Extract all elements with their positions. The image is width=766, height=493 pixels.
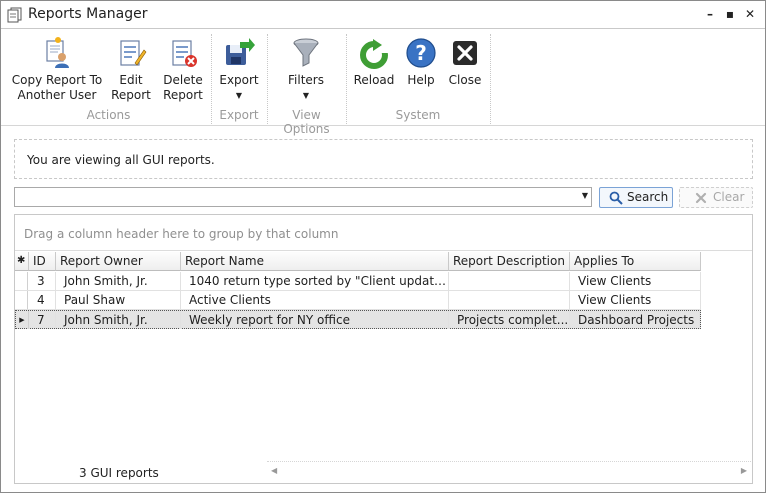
column-header-report-description[interactable]: Report Description	[449, 252, 570, 271]
edit-report-button[interactable]: Edit Report	[107, 30, 155, 106]
row-indicator-header: ✱	[15, 252, 29, 271]
edit-report-icon	[120, 40, 147, 66]
help-icon: ?	[406, 38, 436, 68]
cell-report-name: Active Clients	[181, 291, 449, 309]
delete-report-label: Delete Report	[163, 73, 203, 102]
close-button[interactable]: Close	[445, 30, 485, 106]
scroll-right-arrow-icon[interactable]: ▶	[741, 466, 747, 475]
filters-button[interactable]: Filters ▼	[281, 30, 331, 106]
cell-id: 7	[29, 311, 56, 329]
cell-report-owner: John Smith, Jr.	[56, 311, 181, 329]
table-row[interactable]: 3 John Smith, Jr. 1040 return type sorte…	[15, 272, 701, 291]
reports-grid: Drag a column header here to group by th…	[14, 214, 753, 484]
cell-applies-to: Dashboard Projects	[570, 311, 700, 329]
cell-applies-to: View Clients	[570, 272, 701, 290]
close-label: Close	[448, 73, 482, 87]
row-indicator	[15, 291, 28, 309]
copy-report-user-icon	[46, 37, 69, 68]
svg-text:?: ?	[415, 41, 427, 65]
copy-report-button[interactable]: Copy Report To Another User	[9, 30, 105, 106]
cell-report-name: 1040 return type sorted by "Client updat…	[181, 272, 449, 290]
cell-report-description: Projects complet...	[449, 311, 570, 329]
reports-app-icon	[7, 7, 22, 23]
cell-report-description	[449, 272, 570, 290]
reload-label: Reload	[353, 73, 395, 87]
info-text: You are viewing all GUI reports.	[27, 153, 215, 167]
delete-report-icon	[172, 40, 197, 67]
cell-report-owner: John Smith, Jr.	[56, 272, 181, 290]
window-title: Reports Manager	[28, 6, 148, 22]
cell-report-description	[449, 291, 570, 309]
ribbon-separator	[490, 34, 491, 124]
clear-button[interactable]: Clear	[679, 187, 753, 208]
filters-label: Filters	[288, 73, 324, 87]
clear-button-label: Clear	[713, 190, 745, 204]
group-by-panel[interactable]: Drag a column header here to group by th…	[15, 215, 752, 251]
export-icon	[226, 38, 255, 65]
search-button-label: Search	[627, 190, 669, 204]
cell-applies-to: View Clients	[570, 291, 701, 309]
horizontal-scrollbar[interactable]: ◀ ▶	[267, 461, 751, 479]
funnel-icon	[293, 38, 319, 67]
export-button[interactable]: Export ▼	[215, 30, 263, 106]
scroll-left-arrow-icon[interactable]: ◀	[271, 466, 277, 475]
cell-id: 4	[29, 291, 56, 309]
reload-icon	[360, 39, 388, 69]
ribbon-group-system: System	[395, 108, 441, 122]
cell-report-name: Weekly report for NY office	[181, 311, 449, 329]
cell-report-owner: Paul Shaw	[56, 291, 181, 309]
magnifier-icon	[609, 191, 623, 205]
column-header-report-owner[interactable]: Report Owner	[56, 252, 181, 271]
report-count: 3 GUI reports	[79, 466, 159, 480]
column-header-applies-to[interactable]: Applies To	[570, 252, 701, 271]
reports-manager-window: Reports Manager – ▪ ✕ Copy Report To Ano…	[0, 0, 766, 493]
ribbon-group-export: Export	[219, 108, 259, 122]
filters-dropdown-arrow-icon: ▼	[302, 91, 310, 100]
row-indicator	[15, 272, 28, 290]
cell-id: 3	[29, 272, 56, 290]
title-bar: Reports Manager – ▪ ✕	[1, 1, 765, 29]
window-close-button[interactable]: ✕	[743, 7, 757, 21]
reload-button[interactable]: Reload	[350, 30, 398, 106]
info-panel: You are viewing all GUI reports.	[14, 139, 753, 179]
column-header-report-name[interactable]: Report Name	[181, 252, 449, 271]
maximize-button[interactable]: ▪	[723, 7, 737, 21]
edit-report-label: Edit Report	[111, 73, 151, 102]
table-row-selected[interactable]: ▶ 7 John Smith, Jr. Weekly report for NY…	[15, 310, 701, 329]
close-icon	[453, 41, 477, 65]
export-label: Export	[219, 73, 259, 87]
delete-report-button[interactable]: Delete Report	[158, 30, 208, 106]
ribbon-separator	[211, 34, 212, 124]
export-dropdown-arrow-icon: ▼	[235, 91, 243, 100]
group-by-hint: Drag a column header here to group by th…	[24, 227, 339, 241]
copy-report-label: Copy Report To Another User	[11, 73, 103, 102]
ribbon-group-actions: Actions	[86, 108, 131, 122]
help-label: Help	[407, 73, 435, 87]
ribbon-toolbar: Copy Report To Another User Edit Report	[1, 30, 765, 136]
search-combo-box[interactable]: ▼	[14, 187, 592, 207]
column-header-id[interactable]: ID	[29, 252, 56, 271]
minimize-button[interactable]: –	[703, 7, 717, 21]
clear-x-icon	[695, 192, 707, 204]
ribbon-group-view-options: View Options	[283, 108, 330, 136]
search-button[interactable]: Search	[599, 187, 673, 208]
combo-dropdown-arrow-icon[interactable]: ▼	[582, 191, 588, 200]
current-row-arrow-icon: ▶	[16, 311, 29, 329]
table-row[interactable]: 4 Paul Shaw Active Clients View Clients	[15, 291, 701, 310]
help-button[interactable]: ? Help	[401, 30, 441, 106]
